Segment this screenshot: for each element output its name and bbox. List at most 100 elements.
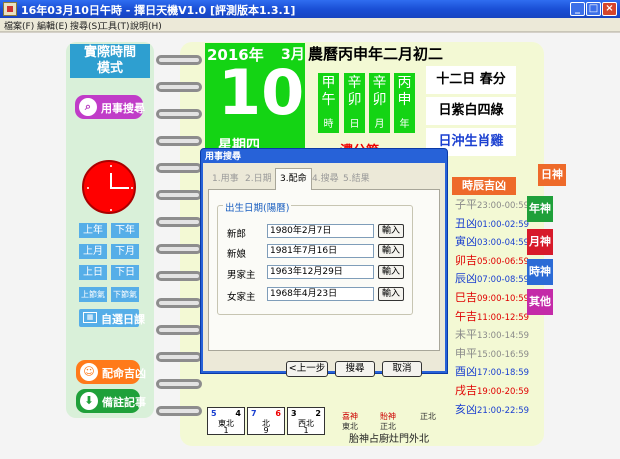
search-button-label: 用事搜尋 <box>101 102 145 115</box>
prev-step-button[interactable]: <上一步 <box>286 361 328 377</box>
search-button[interactable]: ⌕ 用事搜尋 <box>75 95 145 119</box>
notes-button[interactable]: ⬇ 備註記事 <box>76 389 146 413</box>
compass-num: 1 <box>223 426 229 435</box>
ganzhi-year-label: 年 <box>399 119 410 130</box>
tab-match[interactable]: 3.配命 <box>275 168 312 190</box>
binder-ring <box>156 190 202 200</box>
hour-row[interactable]: 巳吉09:00-10:59 <box>455 290 529 307</box>
mode-title[interactable]: 實際時間 模式 <box>70 44 150 78</box>
fetal-god-note: 胎神占廚灶門外北 <box>349 434 429 445</box>
next-year-button[interactable]: 下年 <box>111 223 139 238</box>
cancel-button[interactable]: 取消 <box>382 361 422 377</box>
hour-range: 11:00-12:59 <box>477 312 530 323</box>
flying-star: 日紫白四綠 <box>426 97 516 125</box>
god-button[interactable]: 時神 <box>527 259 553 285</box>
compass-num: 6 <box>275 409 281 418</box>
binder-ring <box>156 55 202 65</box>
notes-label: 備註記事 <box>102 396 146 409</box>
binder-ring <box>156 352 202 362</box>
groom-birthdate-field[interactable]: 1980年2月7日 <box>267 224 374 238</box>
hour-row[interactable]: 戌吉19:00-20:59 <box>455 383 529 400</box>
binder-ring <box>156 109 202 119</box>
male-head-birthdate-field[interactable]: 1963年12月29日 <box>267 265 374 279</box>
prev-day-button[interactable]: 上日 <box>79 265 107 280</box>
menu-file[interactable]: 檔案(F) <box>4 19 34 32</box>
hour-row[interactable]: 辰凶07:00-08:59 <box>455 271 529 288</box>
officer-term: 十二日 春分 <box>426 66 516 94</box>
groom-input-button[interactable]: 輸入 <box>378 224 404 238</box>
search-submit-button[interactable]: 搜尋 <box>335 361 375 377</box>
mode-title-line2: 模式 <box>96 61 123 76</box>
birthdate-group-title: 出生日期(陽曆) <box>223 200 292 214</box>
ganzhi-hour: 甲午 時 <box>318 73 339 133</box>
bride-birthdate-field[interactable]: 1981年7月16日 <box>267 244 374 258</box>
close-icon[interactable]: × <box>602 2 617 16</box>
maximize-icon[interactable]: □ <box>586 2 601 16</box>
hour-range: 07:00-08:59 <box>477 275 530 286</box>
hour-row[interactable]: 寅凶03:00-04:59 <box>455 234 529 251</box>
binder-ring <box>156 406 202 416</box>
ganzhi-month-value: 辛卯 <box>372 75 387 108</box>
hour-row[interactable]: 申平15:00-16:59 <box>455 346 529 363</box>
binder-ring <box>156 271 202 281</box>
people-icon: ☺ <box>80 363 98 381</box>
compass-box: 5 4 東北 1 <box>207 407 245 435</box>
god-button[interactable]: 其他 <box>527 289 553 315</box>
prev-month-button[interactable]: 上月 <box>79 244 107 259</box>
hour-row[interactable]: 卯吉05:00-06:59 <box>455 253 529 270</box>
hour-row[interactable]: 酉凶17:00-18:59 <box>455 364 529 381</box>
compass-box: 7 6 北 9 <box>247 407 285 435</box>
ganzhi-day-label: 日 <box>349 119 360 130</box>
hour-range: 21:00-22:59 <box>477 405 530 416</box>
menu-edit[interactable]: 編輯(E) <box>37 19 68 32</box>
wealth-god-direction: 正北 <box>416 412 440 422</box>
menu-bar: 檔案(F) 編輯(E) 搜尋(S) 工具(T) 說明(H) <box>0 18 620 32</box>
hour-range: 23:00-00:59 <box>477 201 530 211</box>
hour-range: 09:00-10:59 <box>477 294 530 304</box>
hour-name: 亥凶 <box>455 402 477 416</box>
tab-event[interactable]: 1.用事 <box>212 169 239 189</box>
tab-date[interactable]: 2.日期 <box>245 169 272 189</box>
compass-num: 5 <box>211 409 217 418</box>
menu-search[interactable]: 搜尋(S) <box>70 19 101 32</box>
bride-input-button[interactable]: 輸入 <box>378 244 404 258</box>
minimize-icon[interactable]: _ <box>570 2 585 16</box>
hour-row[interactable]: 未平13:00-14:59 <box>455 327 529 344</box>
next-term-button[interactable]: 下節氣 <box>111 287 139 302</box>
next-day-button[interactable]: 下日 <box>111 265 139 280</box>
hour-name: 戌吉 <box>455 384 477 397</box>
god-button[interactable]: 年神 <box>527 196 553 222</box>
custom-day-label: 自選日課 <box>101 313 145 326</box>
prev-term-button[interactable]: 上節氣 <box>79 287 107 302</box>
hour-row[interactable]: 午吉11:00-12:59 <box>455 309 529 326</box>
lunar-date: 農曆丙申年二月初二 <box>308 45 444 63</box>
hour-range: 13:00-14:59 <box>477 331 530 342</box>
hour-name: 巳吉 <box>455 291 477 304</box>
match-fortune-button[interactable]: ☺ 配命吉凶 <box>76 360 146 384</box>
hour-row[interactable]: 亥凶21:00-22:59 <box>455 402 529 419</box>
fortune-god-direction: 貽神 正北 <box>376 412 400 432</box>
binder-ring <box>156 298 202 308</box>
ganzhi-month: 辛卯 月 <box>369 73 390 133</box>
menu-tools[interactable]: 工具(T) <box>99 19 130 32</box>
prev-year-button[interactable]: 上年 <box>79 223 107 238</box>
custom-day-button[interactable]: ▦ 自選日課 <box>79 309 145 327</box>
tab-search[interactable]: 4.搜尋 <box>312 169 339 189</box>
male-head-input-button[interactable]: 輸入 <box>378 265 404 279</box>
binder-ring <box>156 163 202 173</box>
compass-num: 2 <box>315 409 321 418</box>
next-month-button[interactable]: 下月 <box>111 244 139 259</box>
female-head-input-button[interactable]: 輸入 <box>378 287 404 301</box>
male-head-label: 男家主 <box>227 270 256 281</box>
hour-row[interactable]: 子平23:00-00:59 <box>455 197 529 214</box>
god-button[interactable]: 月神 <box>527 229 553 255</box>
compass-box: 3 2 西北 1 <box>287 407 325 435</box>
menu-help[interactable]: 說明(H) <box>130 19 162 32</box>
god-button[interactable]: 日神 <box>538 164 566 186</box>
tab-result[interactable]: 5.結果 <box>343 169 370 189</box>
female-head-birthdate-field[interactable]: 1968年4月23日 <box>267 287 374 301</box>
ganzhi-year: 丙申 年 <box>394 73 415 133</box>
hour-row[interactable]: 丑凶01:00-02:59 <box>455 216 529 233</box>
joy-god-direction: 喜神 東北 <box>338 412 362 432</box>
ganzhi-hour-label: 時 <box>323 119 334 130</box>
